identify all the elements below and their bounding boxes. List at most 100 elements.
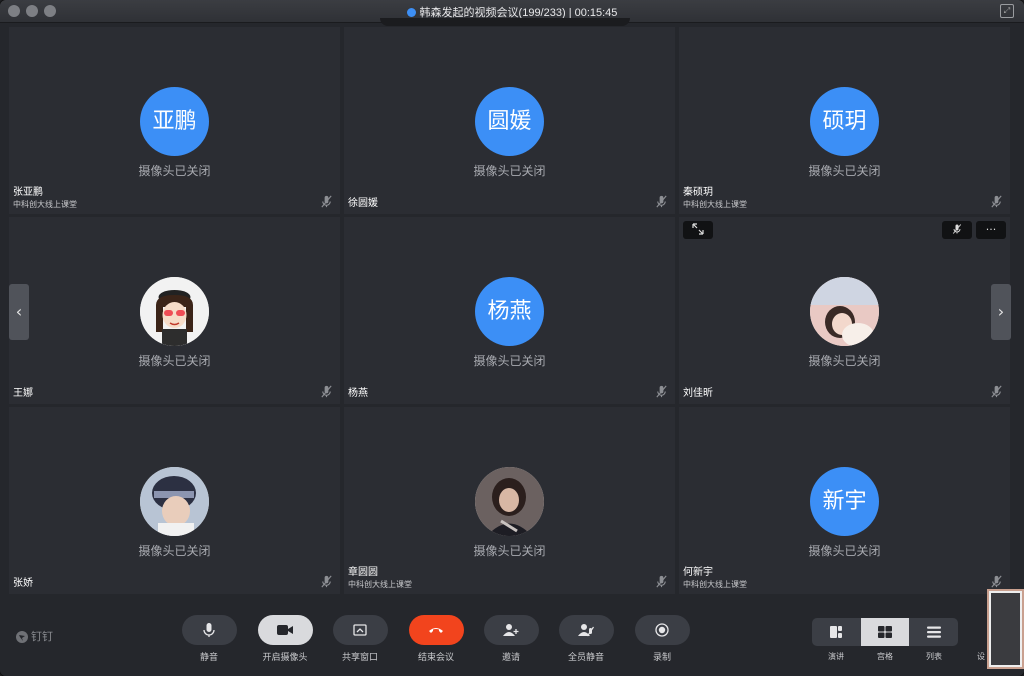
mic-muted-icon — [991, 385, 1002, 398]
microphone-icon — [203, 623, 215, 637]
self-view-thumbnail[interactable] — [987, 589, 1024, 669]
dingtalk-brand: 钉钉 — [16, 628, 53, 644]
grid-layout-icon — [878, 626, 892, 638]
mic-muted-icon — [656, 195, 667, 208]
participant-name-block: 徐圆媛 — [348, 198, 378, 210]
mic-muted-icon — [321, 575, 332, 588]
grid-layout-label: 宫格 — [877, 652, 893, 661]
camera-off-text: 摄像头已关闭 — [473, 354, 546, 368]
end-meeting-button[interactable]: 结束会议 — [408, 615, 464, 671]
grid-layout-button[interactable] — [861, 618, 909, 646]
participant-name-block: 张娇 — [13, 578, 33, 590]
participant-name-block: 何新宇 中科创大线上课堂 — [683, 567, 747, 590]
participant-grid: 亚鹏 摄像头已关闭 张亚鹏 中科创大线上课堂 圆媛 摄像头已关闭 徐圆媛 硕玥 … — [9, 27, 1010, 595]
fullscreen-icon[interactable]: ⤢ — [1000, 4, 1014, 18]
participant-tile[interactable]: 新宇 摄像头已关闭 何新宇 中科创大线上课堂 — [679, 407, 1010, 594]
participant-name: 徐圆媛 — [348, 198, 378, 209]
helmet-photo-avatar-icon — [140, 467, 209, 536]
list-layout-icon — [927, 626, 941, 638]
hang-up-icon — [429, 628, 443, 633]
start-camera-button[interactable]: 开启摄像头 — [257, 615, 313, 671]
mute-button[interactable]: 静音 — [181, 615, 237, 671]
avatar: 圆媛 — [475, 87, 544, 156]
speaker-layout-button[interactable] — [812, 618, 860, 646]
prev-page-button[interactable]: ‹ — [9, 284, 29, 340]
layout-switcher — [812, 618, 958, 646]
camera-off-text: 摄像头已关闭 — [808, 354, 881, 368]
expand-tile-button[interactable] — [683, 221, 713, 239]
participant-org: 中科创大线上课堂 — [683, 580, 747, 589]
settings-label[interactable]: 设 — [977, 651, 985, 662]
participant-name-block: 章圆圆 中科创大线上课堂 — [348, 567, 412, 590]
camera-off-text: 摄像头已关闭 — [808, 164, 881, 178]
camera-icon — [277, 625, 293, 635]
participant-name: 杨燕 — [348, 388, 368, 399]
participant-name: 张娇 — [13, 578, 33, 589]
camera-off-text: 摄像头已关闭 — [473, 544, 546, 558]
avatar: 硕玥 — [810, 87, 879, 156]
avatar — [810, 277, 879, 346]
participant-tile[interactable]: 亚鹏 摄像头已关闭 张亚鹏 中科创大线上课堂 — [9, 27, 340, 214]
speaker-layout-label: 演讲 — [828, 652, 844, 661]
list-layout-button[interactable] — [910, 618, 958, 646]
participant-org: 中科创大线上课堂 — [348, 580, 412, 589]
record-icon — [655, 623, 669, 637]
participant-name: 何新宇 — [683, 567, 713, 578]
avatar — [140, 277, 209, 346]
participant-name-block: 张亚鹏 中科创大线上课堂 — [13, 187, 77, 210]
participant-tile[interactable]: 摄像头已关闭 章圆圆 中科创大线上课堂 — [344, 407, 675, 594]
participant-org: 中科创大线上课堂 — [13, 200, 77, 209]
avatar: 杨燕 — [475, 277, 544, 346]
share-window-button[interactable]: 共享窗口 — [332, 615, 388, 671]
meeting-status-icon — [406, 8, 416, 17]
participant-name-block: 王娜 — [13, 388, 33, 400]
next-page-button[interactable]: › — [991, 284, 1011, 340]
participant-name: 秦硕玥 — [683, 187, 713, 198]
tile-mic-button[interactable] — [942, 221, 972, 239]
invite-button[interactable]: 邀请 — [483, 615, 539, 671]
girl-photo-avatar-icon — [810, 277, 879, 346]
mute-all-icon — [578, 624, 594, 637]
avatar — [475, 467, 544, 536]
top-drag-handle — [380, 18, 630, 26]
record-button[interactable]: 录制 — [634, 615, 690, 671]
meeting-toolbar: 钉钉 静音 开启摄像头 共享窗口 结束会议 邀请 全员静音 录制 演讲 宫格 列… — [0, 604, 1024, 676]
participant-tile[interactable]: 圆媛 摄像头已关闭 徐圆媛 — [344, 27, 675, 214]
mic-muted-icon — [656, 575, 667, 588]
cartoon-girl-avatar-icon — [140, 277, 209, 346]
mic-muted-icon — [991, 195, 1002, 208]
camera-off-text: 摄像头已关闭 — [138, 354, 211, 368]
participant-org: 中科创大线上课堂 — [683, 200, 747, 209]
mute-all-button[interactable]: 全员静音 — [558, 615, 614, 671]
participant-name: 章圆圆 — [348, 567, 378, 578]
invite-user-icon — [503, 624, 519, 636]
participant-tile[interactable]: 杨燕 摄像头已关闭 杨燕 — [344, 217, 675, 404]
dingtalk-logo-icon — [16, 631, 28, 643]
camera-off-text: 摄像头已关闭 — [138, 544, 211, 558]
tile-more-button[interactable]: ··· — [976, 221, 1006, 239]
participant-tile[interactable]: 硕玥 摄像头已关闭 秦硕玥 中科创大线上课堂 — [679, 27, 1010, 214]
participant-name-block: 秦硕玥 中科创大线上课堂 — [683, 187, 747, 210]
participant-tile-hovered[interactable]: ··· 摄像头已关闭 刘佳昕 — [679, 217, 1010, 404]
participant-name: 王娜 — [13, 388, 33, 399]
participant-name-block: 杨燕 — [348, 388, 368, 400]
mic-muted-icon — [656, 385, 667, 398]
meeting-window: 韩森发起的视频会议(199/233) | 00:15:45 ⤢ 亚鹏 摄像头已关… — [0, 0, 1024, 676]
list-layout-label: 列表 — [926, 652, 942, 661]
speaker-layout-icon — [830, 626, 842, 638]
woman-photo-avatar-icon — [475, 467, 544, 536]
avatar: 亚鹏 — [140, 87, 209, 156]
mic-muted-icon — [991, 575, 1002, 588]
participant-name-block: 刘佳昕 — [683, 388, 713, 400]
mic-muted-icon — [321, 385, 332, 398]
share-screen-icon — [353, 624, 367, 636]
participant-name: 刘佳昕 — [683, 388, 713, 399]
participant-tile[interactable]: 摄像头已关闭 王娜 — [9, 217, 340, 404]
camera-off-text: 摄像头已关闭 — [138, 164, 211, 178]
participant-tile[interactable]: 摄像头已关闭 张娇 — [9, 407, 340, 594]
participant-name: 张亚鹏 — [13, 187, 43, 198]
mic-muted-icon — [321, 195, 332, 208]
avatar: 新宇 — [810, 467, 879, 536]
expand-icon — [692, 223, 704, 235]
camera-off-text: 摄像头已关闭 — [473, 164, 546, 178]
